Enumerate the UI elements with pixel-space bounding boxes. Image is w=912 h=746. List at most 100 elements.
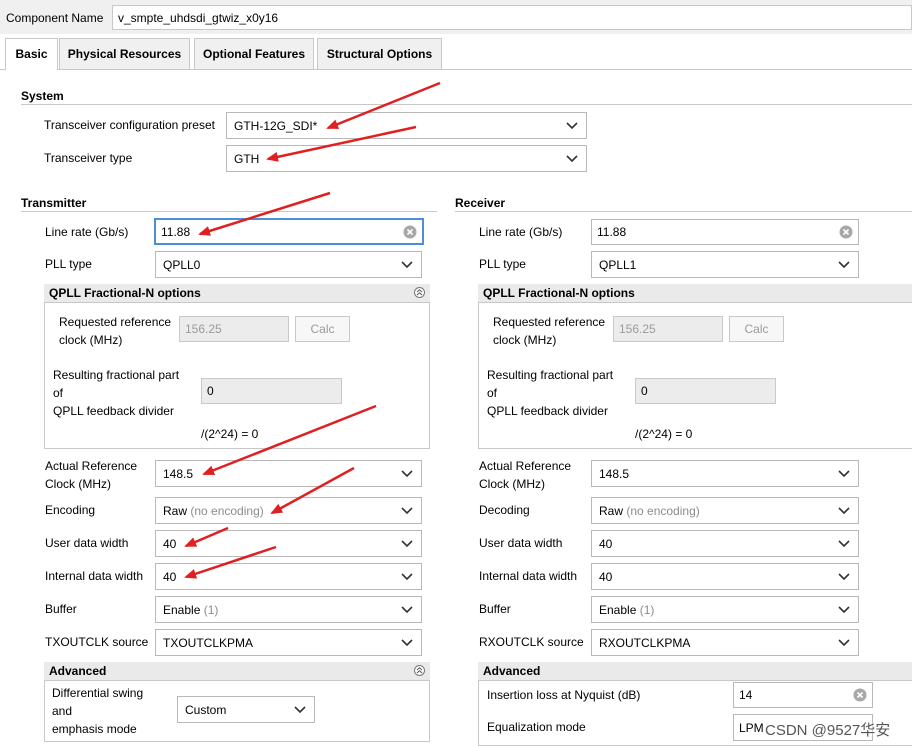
tx-line-rate-input[interactable]: 11.88 [154, 218, 424, 245]
tx-req-ref-label-line1: Requested reference [59, 315, 172, 329]
rx-actual-ref-dropdown[interactable]: 148.5 [591, 460, 859, 487]
tx-frac-label-line2: of [53, 386, 64, 400]
chevron-down-icon [838, 638, 850, 646]
tx-internal-width-dropdown[interactable]: 40 [155, 563, 422, 590]
rx-insertion-input[interactable]: 14 [733, 682, 873, 708]
rx-decoding-label: Decoding [479, 503, 530, 517]
tx-user-width-dropdown[interactable]: 40 [155, 530, 422, 557]
tab-structural-options[interactable]: Structural Options [317, 38, 442, 69]
chevron-down-icon [838, 506, 850, 514]
collapse-icon[interactable] [414, 665, 425, 676]
rx-equalization-label: Equalization mode [487, 720, 586, 734]
rx-insertion-label: Insertion loss at Nyquist (dB) [487, 688, 641, 702]
rx-calc-button[interactable]: Calc [729, 316, 784, 342]
chevron-down-icon [838, 539, 850, 547]
chevron-down-icon [838, 572, 850, 580]
tx-calc-button[interactable]: Calc [295, 316, 350, 342]
chevron-down-icon [401, 605, 413, 613]
rx-frac-label-line3: QPLL feedback divider [487, 404, 608, 418]
rx-buffer-dropdown[interactable]: Enable (1) [591, 596, 859, 623]
clear-icon[interactable] [853, 688, 867, 702]
tx-actual-ref-dropdown[interactable]: 148.5 [155, 460, 422, 487]
rx-internal-width-dropdown[interactable]: 40 [591, 563, 859, 590]
chevron-down-icon [401, 506, 413, 514]
chevron-down-icon [401, 260, 413, 268]
tx-buffer-dropdown[interactable]: Enable (1) [155, 596, 422, 623]
tx-diff-label-line1: Differential swing [52, 686, 144, 700]
tab-optional-features[interactable]: Optional Features [194, 38, 314, 69]
rx-req-ref-label-line1: Requested reference [493, 315, 606, 329]
tab-strip-border [0, 69, 912, 70]
tx-internal-width-label: Internal data width [45, 569, 144, 583]
rx-user-width-label: User data width [479, 536, 563, 550]
rx-outclk-dropdown[interactable]: RXOUTCLKPMA [591, 629, 859, 656]
tx-actual-ref-label-line1: Actual Reference [45, 459, 138, 473]
rx-advanced-group-header[interactable]: Advanced [478, 662, 912, 680]
chevron-down-icon [401, 539, 413, 547]
rx-line-rate-label: Line rate (Gb/s) [479, 225, 563, 239]
rx-decoding-dropdown[interactable]: Raw (no encoding) [591, 497, 859, 524]
rx-frac-input[interactable]: 0 [635, 378, 776, 404]
system-section-title: System [21, 89, 64, 103]
chevron-down-icon [401, 469, 413, 477]
watermark-text: CSDN @9527华安 [765, 722, 891, 739]
tx-frac-label-line1: Resulting fractional part [53, 368, 180, 382]
chevron-down-icon [838, 260, 850, 268]
tx-line-rate-label: Line rate (Gb/s) [45, 225, 129, 239]
tx-diff-label-line3: emphasis mode [52, 722, 137, 736]
tx-pll-type-dropdown[interactable]: QPLL0 [155, 251, 422, 278]
tx-buffer-label: Buffer [45, 602, 77, 616]
tx-frac-formula: /(2^24) = 0 [201, 427, 259, 441]
chevron-down-icon [566, 154, 578, 162]
system-separator [21, 104, 912, 105]
transmitter-section-title: Transmitter [21, 196, 87, 210]
rx-frac-formula: /(2^24) = 0 [635, 427, 693, 441]
rx-user-width-dropdown[interactable]: 40 [591, 530, 859, 557]
rx-frac-label-line1: Resulting fractional part [487, 368, 614, 382]
tx-diff-swing-dropdown[interactable]: Custom [177, 696, 315, 723]
transceiver-type-dropdown[interactable]: GTH [226, 145, 587, 172]
tx-frac-label-line3: QPLL feedback divider [53, 404, 174, 418]
tab-physical-resources[interactable]: Physical Resources [59, 38, 190, 69]
rx-qpll-group-header[interactable]: QPLL Fractional-N options [478, 284, 912, 302]
component-name-label: Component Name [6, 11, 104, 25]
rx-internal-width-label: Internal data width [479, 569, 578, 583]
clear-icon[interactable] [839, 225, 853, 239]
tx-outclk-label: TXOUTCLK source [45, 635, 149, 649]
rx-pll-type-dropdown[interactable]: QPLL1 [591, 251, 859, 278]
rx-req-ref-label-line2: clock (MHz) [493, 333, 557, 347]
chevron-down-icon [401, 638, 413, 646]
clear-icon[interactable] [403, 225, 417, 239]
tx-req-ref-input[interactable]: 156.25 [179, 316, 289, 342]
chevron-down-icon [401, 572, 413, 580]
component-name-input[interactable]: v_smpte_uhdsdi_gtwiz_x0y16 [112, 5, 912, 30]
receiver-separator [455, 211, 912, 212]
rx-frac-label-line2: of [487, 386, 498, 400]
tx-advanced-group-header[interactable]: Advanced [44, 662, 430, 680]
tx-diff-label-line2: and [52, 704, 73, 718]
collapse-icon[interactable] [414, 287, 425, 298]
rx-pll-type-label: PLL type [479, 257, 526, 271]
tx-pll-type-label: PLL type [45, 257, 92, 271]
rx-outclk-label: RXOUTCLK source [479, 635, 584, 649]
tab-basic[interactable]: Basic [5, 38, 58, 70]
receiver-section-title: Receiver [455, 196, 506, 210]
chevron-down-icon [566, 121, 578, 129]
rx-actual-ref-label-line2: Clock (MHz) [479, 477, 545, 491]
rx-actual-ref-label-line1: Actual Reference [479, 459, 572, 473]
transmitter-separator [21, 211, 437, 212]
tx-frac-input[interactable]: 0 [201, 378, 342, 404]
chevron-down-icon [838, 469, 850, 477]
tx-outclk-dropdown[interactable]: TXOUTCLKPMA [155, 629, 422, 656]
preset-label: Transceiver configuration preset [44, 118, 215, 132]
chevron-down-icon [294, 705, 306, 713]
rx-req-ref-input[interactable]: 156.25 [613, 316, 723, 342]
preset-dropdown[interactable]: GTH-12G_SDI* [226, 112, 587, 139]
tx-encoding-dropdown[interactable]: Raw (no encoding) [155, 497, 422, 524]
transceiver-type-label: Transceiver type [44, 151, 133, 165]
chevron-down-icon [838, 605, 850, 613]
rx-line-rate-input[interactable]: 11.88 [591, 219, 859, 245]
tx-qpll-group-header[interactable]: QPLL Fractional-N options [44, 284, 430, 302]
rx-buffer-label: Buffer [479, 602, 511, 616]
tx-req-ref-label-line2: clock (MHz) [59, 333, 123, 347]
